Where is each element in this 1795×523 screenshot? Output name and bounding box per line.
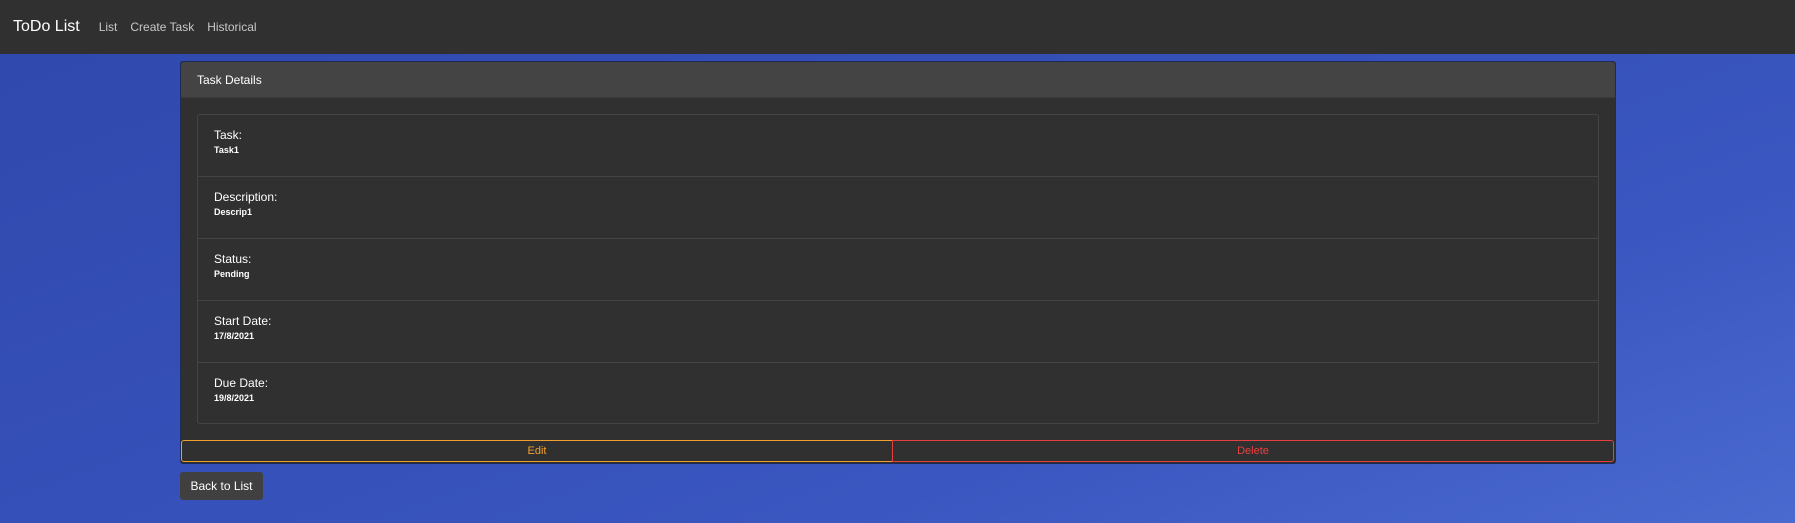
list-item-status: Status: Pending bbox=[198, 239, 1598, 301]
list-item-description: Description: Descrip1 bbox=[198, 177, 1598, 239]
field-value: 17/8/2021 bbox=[214, 331, 255, 341]
action-buttons: Edit Delete bbox=[181, 440, 1615, 462]
field-value: Task1 bbox=[214, 145, 239, 155]
field-label: Description: bbox=[214, 190, 278, 204]
task-fields-list: Task: Task1 Description: Descrip1 Status… bbox=[197, 114, 1599, 424]
task-details-card: Task Details Task: Task1 Description: De… bbox=[180, 61, 1616, 464]
list-item-task: Task: Task1 bbox=[198, 115, 1598, 177]
field-label: Due Date: bbox=[214, 376, 269, 390]
back-to-list-button[interactable]: Back to List bbox=[180, 472, 263, 500]
nav-link-historical[interactable]: Historical bbox=[207, 20, 256, 34]
field-value: Pending bbox=[214, 269, 250, 279]
top-navbar: ToDo List List Create Task Historical bbox=[0, 0, 1795, 54]
field-value: 19/8/2021 bbox=[214, 393, 255, 403]
list-item-due-date: Due Date: 19/8/2021 bbox=[198, 363, 1598, 425]
card-header: Task Details bbox=[181, 62, 1615, 98]
edit-button[interactable]: Edit bbox=[181, 440, 893, 462]
field-label: Task: bbox=[214, 128, 243, 142]
field-label: Status: bbox=[214, 252, 252, 266]
list-item-start-date: Start Date: 17/8/2021 bbox=[198, 301, 1598, 363]
nav-link-list[interactable]: List bbox=[99, 20, 118, 34]
nav-link-create-task[interactable]: Create Task bbox=[130, 20, 194, 34]
field-label: Start Date: bbox=[214, 314, 272, 328]
brand-link[interactable]: ToDo List bbox=[13, 18, 80, 36]
field-value: Descrip1 bbox=[214, 207, 253, 217]
delete-button[interactable]: Delete bbox=[892, 440, 1614, 462]
